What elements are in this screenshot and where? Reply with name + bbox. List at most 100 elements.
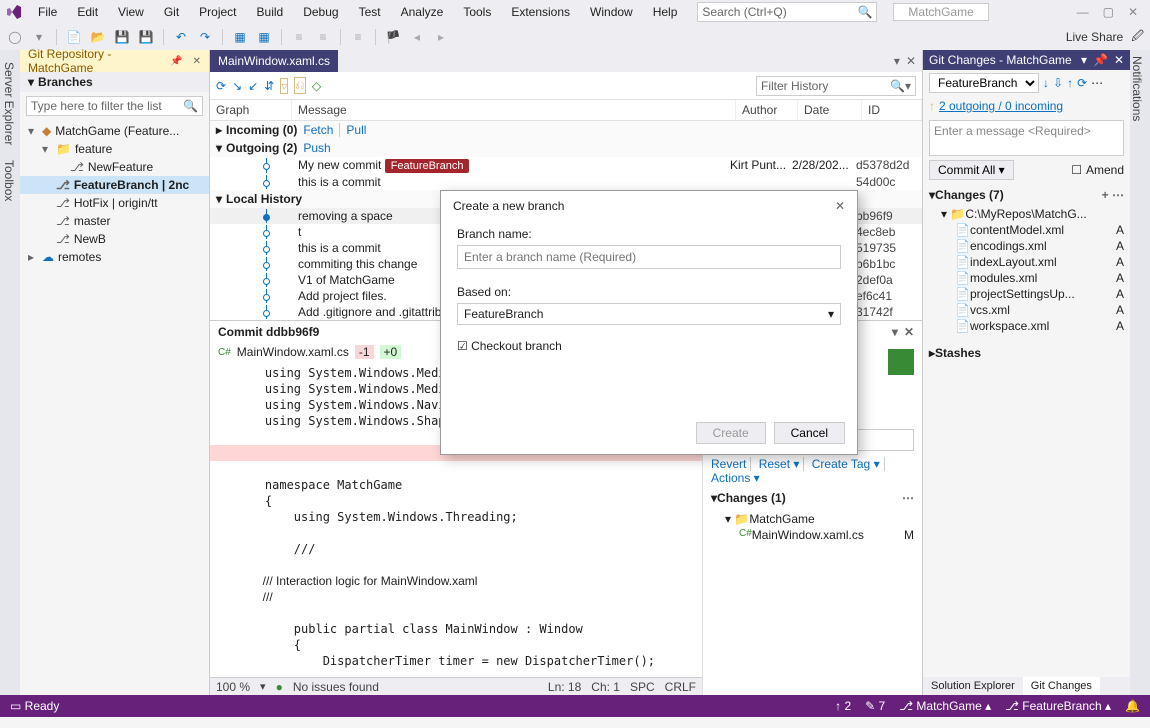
toolbox-tab[interactable]: Toolbox [0, 154, 18, 207]
outdent-icon[interactable]: ≡ [314, 28, 332, 46]
root-folder[interactable]: ▾ 📁 C:\MyRepos\MatchG... [923, 206, 1130, 222]
create-button[interactable]: Create [696, 422, 766, 444]
branch-node[interactable]: ⎇ NewB [20, 230, 209, 248]
filter-history-input[interactable]: Filter History 🔍▾ [756, 76, 916, 96]
close-icon[interactable]: ✕ [904, 325, 914, 339]
redo-icon[interactable]: ↷ [196, 28, 214, 46]
menu-file[interactable]: File [30, 3, 65, 21]
menu-analyze[interactable]: Analyze [393, 3, 452, 21]
minimize-icon[interactable]: — [1077, 5, 1089, 19]
branch-filter-input[interactable]: Type here to filter the list 🔍 [26, 96, 203, 116]
tab-git-repository[interactable]: Git Repository - MatchGame 📌 ✕ [20, 50, 209, 72]
create-tag-link[interactable]: Create Tag ▾ [812, 457, 885, 471]
tab-mainwindow[interactable]: MainWindow.xaml.cs [210, 50, 338, 72]
branch-node[interactable]: ▸☁ remotes [20, 248, 209, 266]
branch-node[interactable]: ⎇ NewFeature [20, 158, 209, 176]
dropdown-icon[interactable]: ▾ [894, 54, 900, 68]
pin-icon[interactable]: 📌 [1093, 53, 1108, 67]
server-explorer-tab[interactable]: Server Explorer [0, 56, 18, 151]
changed-file[interactable]: 📄 encodings.xmlA [923, 238, 1130, 254]
pull-icon[interactable]: ↙ [248, 79, 258, 93]
changed-file[interactable]: 📄 vcs.xmlA [923, 302, 1130, 318]
save-all-icon[interactable]: 💾 [137, 28, 155, 46]
tool-icon-2[interactable]: ▦ [255, 28, 273, 46]
menu-extensions[interactable]: Extensions [503, 3, 578, 21]
refresh-icon[interactable]: ⟳ [216, 79, 226, 93]
menu-build[interactable]: Build [249, 3, 292, 21]
menu-edit[interactable]: Edit [69, 3, 106, 21]
save-icon[interactable]: 💾 [113, 28, 131, 46]
zoom-level[interactable]: 100 % [216, 680, 250, 694]
reset-link[interactable]: Reset ▾ [759, 457, 805, 471]
menu-tools[interactable]: Tools [455, 3, 499, 21]
close-pane-icon[interactable]: ✕ [906, 54, 916, 68]
push-link[interactable]: Push [303, 141, 330, 155]
tab-git-changes[interactable]: Git Changes [1023, 677, 1100, 695]
tab-solution-explorer[interactable]: Solution Explorer [923, 677, 1023, 695]
tag-icon[interactable]: ◇ [312, 79, 321, 93]
changed-file[interactable]: 📄 workspace.xmlA [923, 318, 1130, 334]
menu-project[interactable]: Project [191, 3, 244, 21]
open-icon[interactable]: 📂 [89, 28, 107, 46]
bookmark-nav2-icon[interactable]: ▸ [432, 28, 450, 46]
graph-icon[interactable]: ⎌ [294, 77, 306, 94]
branch-indicator[interactable]: ⎇ FeatureBranch ▴ [1005, 699, 1111, 713]
branch-node[interactable]: ▾◆ MatchGame (Feature... [20, 122, 209, 140]
push-icon[interactable]: ⇵ [264, 79, 274, 93]
dropdown-icon[interactable]: ▾ [892, 325, 898, 339]
changed-file[interactable]: 📄 indexLayout.xmlA [923, 254, 1130, 270]
revert-link[interactable]: Revert [711, 457, 751, 471]
bookmark-nav-icon[interactable]: ◂ [408, 28, 426, 46]
incoming-section[interactable]: ▸ Incoming (0) Fetch Pull [210, 121, 922, 139]
indent-icon[interactable]: ≡ [290, 28, 308, 46]
pull-link[interactable]: Pull [339, 123, 366, 137]
fetch-icon[interactable]: ↓ [1043, 76, 1049, 90]
commit-row[interactable]: My new commit FeatureBranchKirt Punt...2… [210, 157, 922, 174]
based-on-select[interactable]: FeatureBranch▾ [457, 303, 841, 325]
changed-file[interactable]: C# MainWindow.xaml.cs M [711, 527, 914, 543]
commit-all-button[interactable]: Commit All ▾ [929, 160, 1014, 180]
stashes-header[interactable]: ▸ Stashes [923, 342, 1130, 364]
notifications-tab[interactable]: Notifications [1130, 56, 1144, 121]
menu-window[interactable]: Window [582, 3, 641, 21]
fetch-link[interactable]: Fetch [303, 123, 333, 137]
quick-launch-input[interactable]: Search (Ctrl+Q) 🔍 [697, 2, 877, 22]
stage-all-icon[interactable]: + ⋯ [1102, 188, 1124, 202]
checkout-checkbox[interactable]: ☑ Checkout branch [457, 339, 841, 353]
sync-icon[interactable]: ⟳ [1077, 76, 1087, 90]
changes-count[interactable]: ✎ 7 [865, 699, 885, 713]
branch-node[interactable]: ▾📁 feature [20, 140, 209, 158]
outgoing-section[interactable]: ▾ Outgoing (2) Push [210, 139, 922, 157]
repo-indicator[interactable]: ⎇ MatchGame ▴ [899, 699, 991, 713]
live-share-button[interactable]: Live Share [1066, 30, 1123, 44]
changed-file[interactable]: 📄 contentModel.xmlA [923, 222, 1130, 238]
menu-test[interactable]: Test [351, 3, 389, 21]
dialog-close-icon[interactable]: ✕ [835, 199, 845, 213]
bookmark-icon[interactable]: 🏴 [384, 28, 402, 46]
changed-file[interactable]: 📄 projectSettingsUp...A [923, 286, 1130, 302]
more-icon[interactable]: ⋯ [1091, 76, 1103, 90]
feedback-icon[interactable]: 🖉 [1131, 27, 1144, 48]
menu-help[interactable]: Help [645, 3, 686, 21]
close-icon[interactable]: ✕ [1128, 5, 1138, 19]
outgoing-count[interactable]: ↑ 2 [835, 699, 851, 713]
sync-link[interactable]: 2 outgoing / 0 incoming [939, 99, 1063, 113]
actions-link[interactable]: Actions ▾ [711, 471, 764, 485]
push-icon[interactable]: ↑ [1067, 76, 1073, 90]
changed-file[interactable]: 📄 modules.xmlA [923, 270, 1130, 286]
back-icon[interactable]: ◯ [6, 28, 24, 46]
new-project-icon[interactable]: 📄 [65, 28, 83, 46]
commit-row[interactable]: this is a commit54d00c [210, 174, 922, 190]
commit-message-input[interactable]: Enter a message <Required> [929, 120, 1124, 156]
project-node[interactable]: ▾ 📁 MatchGame [711, 511, 914, 527]
forward-icon[interactable]: ▾ [30, 28, 48, 46]
amend-checkbox[interactable]: ☐ Amend [1071, 163, 1130, 177]
fetch-icon[interactable]: ↘ [232, 79, 242, 93]
comment-icon[interactable]: ≡ [349, 28, 367, 46]
filter-icon[interactable]: ▿ [280, 78, 288, 94]
notification-icon[interactable]: 🔔 [1125, 699, 1140, 713]
branch-name-input[interactable] [457, 245, 841, 269]
tab-close-icon[interactable]: ✕ [193, 56, 201, 67]
dropdown-icon[interactable]: ▾ [1081, 53, 1087, 67]
pull-icon[interactable]: ⇩ [1053, 76, 1063, 90]
